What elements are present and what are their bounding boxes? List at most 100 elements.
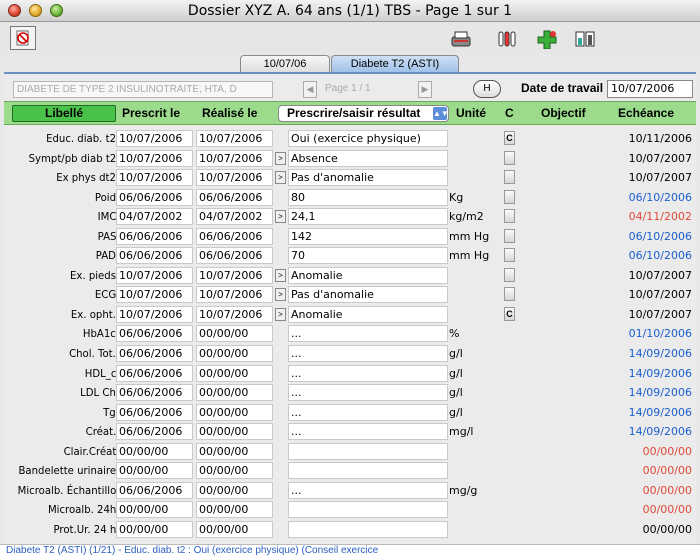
prescrit-date-field[interactable]: 10/07/2006 [116,286,193,304]
prescrit-date-field[interactable]: 06/06/2006 [116,345,193,363]
prescrit-date-field[interactable]: 06/06/2006 [116,423,193,441]
realise-date-field[interactable]: 10/07/2006 [196,266,273,284]
tab-diabete-t2[interactable]: Diabete T2 (ASTI) [331,55,459,73]
result-field[interactable]: Pas d'anomalie [288,169,448,187]
prescrit-date-field[interactable]: 10/07/2006 [116,266,193,284]
realise-date-field[interactable]: 00/00/00 [196,364,273,382]
row-label: Créat. [85,425,116,439]
c-button[interactable] [504,170,515,185]
result-field[interactable]: ... [288,423,448,441]
result-field[interactable]: ... [288,481,448,499]
result-field[interactable]: 142 [288,227,448,245]
row-arrow-button[interactable]: > [275,288,286,302]
prescrit-date-field[interactable]: 00/00/00 [116,442,193,460]
c-button[interactable] [504,228,515,243]
prescrit-date-field[interactable]: 00/00/00 [116,501,193,519]
realise-date-field[interactable]: 00/00/00 [196,501,273,519]
prescrit-date-field[interactable]: 10/07/2006 [116,130,193,147]
no-entry-document-icon[interactable] [10,26,36,50]
echeance-date: 10/07/2007 [628,268,692,282]
realise-date-field[interactable]: 10/07/2006 [196,169,273,187]
realise-date-field[interactable]: 06/06/2006 [196,247,273,265]
prescrire-dropdown[interactable]: Prescrire/saisir résultat ▲▼ [278,105,449,122]
battery-chart-icon[interactable] [572,27,598,51]
previous-page-button[interactable]: ◀ [303,81,317,98]
realise-date-field[interactable]: 00/00/00 [196,325,273,343]
realise-date-field[interactable]: 10/07/2006 [196,305,273,323]
h-button[interactable]: H [473,80,501,98]
c-button[interactable] [504,287,515,302]
prescrit-date-field[interactable]: 10/07/2006 [116,305,193,323]
result-field[interactable]: 70 [288,247,448,265]
c-button[interactable] [504,189,515,204]
c-button[interactable] [504,267,515,282]
echeance-date: 00/00/00 [642,522,692,536]
c-button[interactable] [504,248,515,263]
row-arrow-button[interactable]: > [275,171,286,185]
result-field[interactable] [288,462,448,480]
result-field[interactable] [288,442,448,460]
result-field[interactable]: Anomalie [288,305,448,323]
prescrit-date-field[interactable]: 04/07/2002 [116,208,193,226]
prescrit-date-field[interactable]: 06/06/2006 [116,364,193,382]
tab-bar: 10/07/06 Diabete T2 (ASTI) [0,54,700,73]
result-field[interactable]: Oui (exercice physique) [288,130,448,147]
result-field[interactable]: ... [288,345,448,363]
prescrit-date-field[interactable]: 06/06/2006 [116,227,193,245]
realise-date-field[interactable]: 00/00/00 [196,345,273,363]
realise-date-field[interactable]: 10/07/2006 [196,286,273,304]
realise-date-field[interactable]: 00/00/00 [196,423,273,441]
c-button[interactable]: C [504,131,515,145]
row-arrow-button[interactable]: > [275,268,286,282]
realise-date-field[interactable]: 00/00/00 [196,403,273,421]
lab-tubes-icon[interactable] [494,27,520,51]
prescrit-date-field[interactable]: 06/06/2006 [116,325,193,343]
result-field[interactable]: Absence [288,149,448,167]
realise-date-field[interactable]: 06/06/2006 [196,188,273,206]
result-field[interactable]: ... [288,325,448,343]
prescrit-date-field[interactable]: 06/06/2006 [116,247,193,265]
date-label: Date de travail [521,81,604,95]
row-arrow-button[interactable]: > [275,210,286,224]
result-field[interactable]: 80 [288,188,448,206]
medical-cross-icon[interactable] [534,27,560,51]
realise-date-field[interactable]: 10/07/2006 [196,149,273,167]
prescrit-date-field[interactable]: 06/06/2006 [116,384,193,402]
result-field[interactable] [288,501,448,519]
c-button[interactable] [504,150,515,165]
prescrit-date-field[interactable]: 06/06/2006 [116,403,193,421]
tab-date[interactable]: 10/07/06 [240,55,330,73]
result-field[interactable]: ... [288,364,448,382]
realise-date-field[interactable]: 00/00/00 [196,442,273,460]
realise-date-field[interactable]: 00/00/00 [196,520,273,538]
result-field[interactable]: ... [288,403,448,421]
result-field[interactable] [288,520,448,538]
realise-date-field[interactable]: 00/00/00 [196,462,273,480]
date-field[interactable]: 10/07/2006 [607,80,693,98]
prescrit-date-field[interactable]: 10/07/2006 [116,149,193,167]
row-arrow-button[interactable]: > [275,307,286,321]
prescrit-date-field[interactable]: 06/06/2006 [116,481,193,499]
realise-date-field[interactable]: 10/07/2006 [196,130,273,147]
row-label: Chol. Tot. [69,347,116,361]
prescrit-date-field[interactable]: 06/06/2006 [116,188,193,206]
c-button[interactable]: C [504,306,515,321]
result-field[interactable]: ... [288,384,448,402]
c-button[interactable] [504,209,515,224]
result-field[interactable]: Pas d'anomalie [288,286,448,304]
realise-date-field[interactable]: 06/06/2006 [196,227,273,245]
typewriter-icon[interactable] [448,27,474,51]
prescrit-date-field[interactable]: 00/00/00 [116,520,193,538]
realise-date-field[interactable]: 04/07/2002 [196,208,273,226]
realise-date-field[interactable]: 00/00/00 [196,481,273,499]
result-field[interactable]: Anomalie [288,266,448,284]
row-arrow-button[interactable]: > [275,151,286,165]
realise-date-field[interactable]: 00/00/00 [196,384,273,402]
echeance-date: 06/10/2006 [628,249,692,263]
diagnosis-field[interactable]: DIABETE DE TYPE 2 INSULINOTRAITE, HTA, D [13,81,273,98]
next-page-button[interactable]: ▶ [418,81,432,98]
prescrit-date-field[interactable]: 10/07/2006 [116,169,193,187]
prescrit-date-field[interactable]: 00/00/00 [116,462,193,480]
libelle-column-button[interactable]: Libellé [12,105,116,122]
result-field[interactable]: 24,1 [288,208,448,226]
